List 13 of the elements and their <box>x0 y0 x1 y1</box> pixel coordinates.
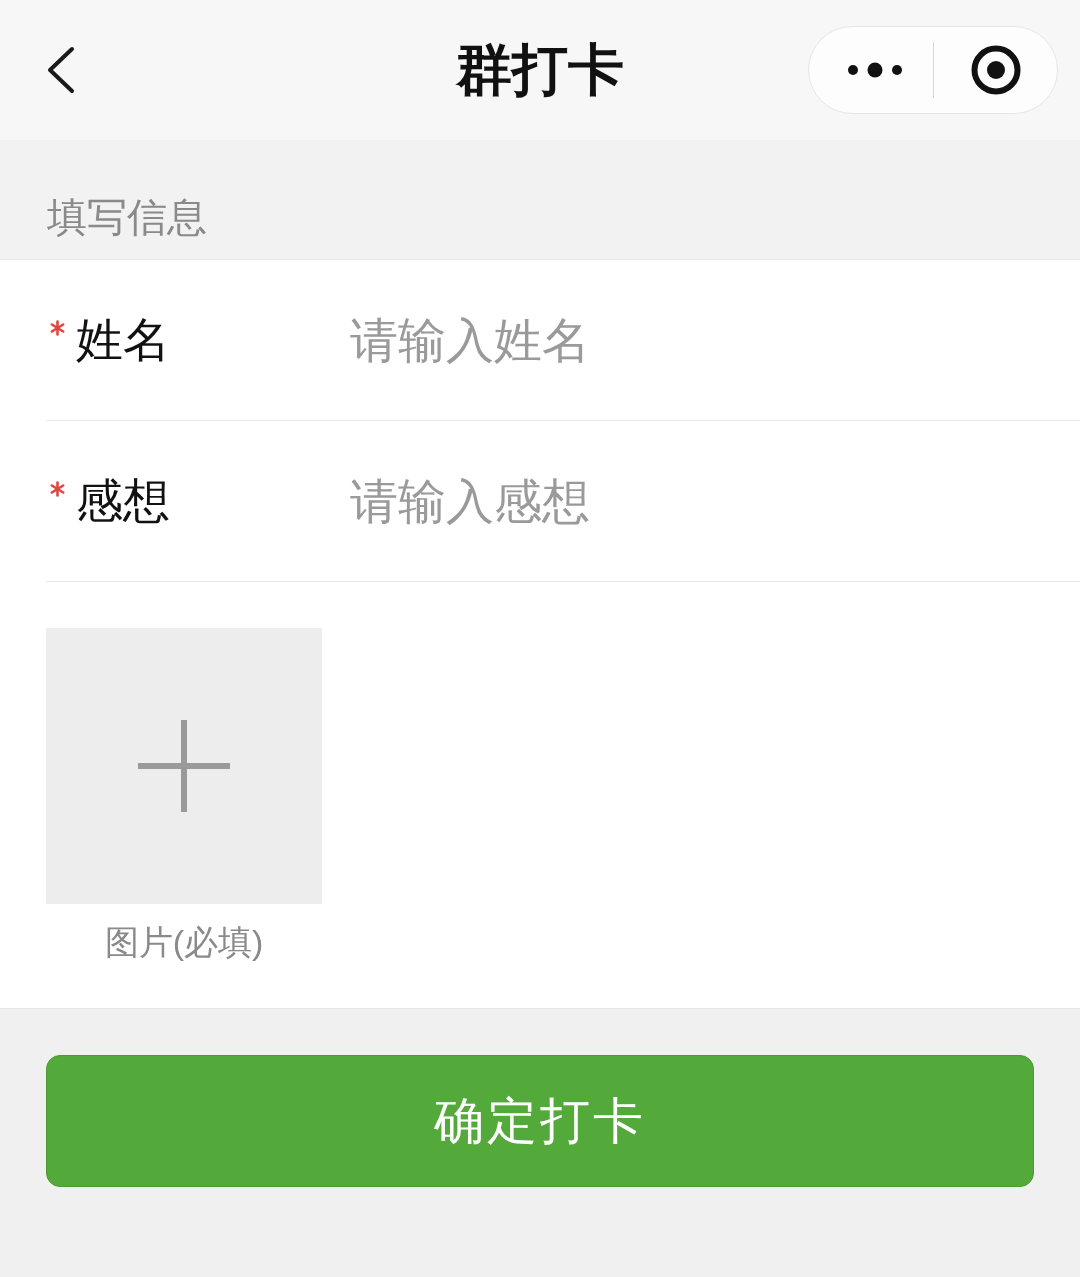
more-icon[interactable] <box>847 62 903 78</box>
page-title: 群打卡 <box>456 37 624 104</box>
submit-button[interactable]: 确定打卡 <box>46 1055 1034 1187</box>
upload-caption: 图片(必填) <box>104 922 264 963</box>
back-icon[interactable] <box>45 46 75 94</box>
text-field[interactable]: 请输入感想 <box>350 469 1050 533</box>
field-label: 姓名 <box>76 311 170 368</box>
plus-icon <box>138 720 230 812</box>
field-label: 感想 <box>76 472 170 529</box>
target-icon[interactable] <box>971 45 1021 95</box>
text-field[interactable]: 请输入姓名 <box>350 308 1050 372</box>
upload-tile[interactable] <box>46 628 322 904</box>
section-title: 填写信息 <box>47 195 207 239</box>
